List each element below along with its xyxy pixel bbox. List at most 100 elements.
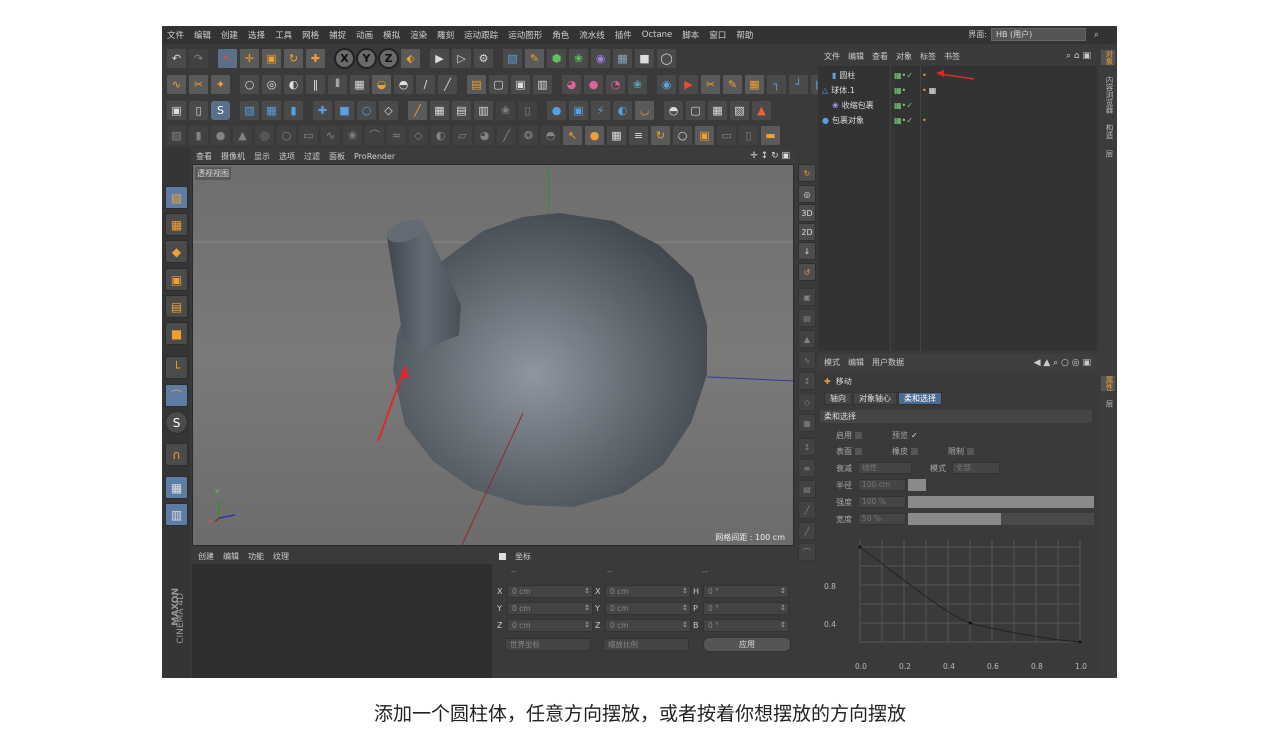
y-axis-lock-icon[interactable]: Y <box>356 47 377 69</box>
octane-camera-icon[interactable]: ▣ <box>568 99 589 121</box>
quantize-icon[interactable]: ▥ <box>473 99 494 121</box>
iron-icon[interactable]: ◓ <box>393 73 414 95</box>
menu-character[interactable]: 角色 <box>547 29 574 41</box>
deformer-bulge-icon[interactable]: ◐ <box>430 124 451 146</box>
octane-material-icon[interactable]: ● <box>546 99 567 121</box>
material-menu-function[interactable]: 功能 <box>248 551 264 562</box>
polygon-mode-icon[interactable]: ◇ <box>378 99 399 121</box>
camera-rotate-icon[interactable]: ↻ <box>798 164 816 182</box>
axis-mode-icon[interactable]: ✚ <box>312 99 333 121</box>
snap-axis-icon[interactable]: ↕ <box>798 372 816 390</box>
grid-deformer-icon[interactable]: ▦ <box>744 73 765 95</box>
object-row-sphere[interactable]: △ 球体.1 ▦• • ▦ <box>818 83 1097 98</box>
menu-plugins[interactable]: 插件 <box>610 29 637 41</box>
snap-polygon-icon[interactable]: ▲ <box>798 330 816 348</box>
light-icon[interactable]: ◯ <box>656 47 677 69</box>
enable-checkbox[interactable] <box>855 432 862 439</box>
attr-menu-mode[interactable]: 模式 <box>824 357 840 368</box>
mode-select[interactable]: 全部 <box>952 462 1000 474</box>
key-icon[interactable]: ✂ <box>700 73 721 95</box>
grid-view-icon[interactable]: ▦ <box>606 124 627 146</box>
symmetry-icon[interactable]: ▯ <box>517 99 538 121</box>
render-active-icon[interactable]: ▣ <box>510 73 531 95</box>
cylinder-primitive-icon[interactable]: ▮ <box>188 124 209 146</box>
menu-create[interactable]: 创建 <box>216 29 243 41</box>
falloff-select[interactable]: 线性 <box>858 462 912 474</box>
tab-soft-selection[interactable]: 柔和选择 <box>898 392 942 405</box>
om-menu-file[interactable]: 文件 <box>824 51 840 62</box>
bevel-icon[interactable]: ◎ <box>261 73 282 95</box>
texture-mode-icon[interactable]: ▦ <box>165 213 188 236</box>
strength-field[interactable]: 100 % <box>858 496 906 508</box>
menu-mesh[interactable]: 网格 <box>297 29 324 41</box>
snap-midpoint-icon[interactable]: ◇ <box>798 393 816 411</box>
live-select-icon[interactable]: ↖ <box>217 47 238 69</box>
rubber-checkbox[interactable] <box>911 448 918 455</box>
material-menu-create[interactable]: 创建 <box>198 551 214 562</box>
tag-material-icon[interactable]: • <box>922 113 927 128</box>
z-axis-lock-icon[interactable]: Z <box>378 47 399 69</box>
perspective-viewport[interactable]: 透视视图 Y Z X 网格间距: 100 cm <box>192 164 794 546</box>
pen-icon[interactable]: ✎ <box>524 47 545 69</box>
doc-icon[interactable]: ▯ <box>188 99 209 121</box>
tweak-icon[interactable]: ╱ <box>407 99 428 121</box>
menu-motion-tracking[interactable]: 运动跟踪 <box>459 29 503 41</box>
viewport-menu-prorender[interactable]: ProRender <box>354 152 395 161</box>
menu-animate[interactable]: 动画 <box>351 29 378 41</box>
tube-primitive-icon[interactable]: ○ <box>276 124 297 146</box>
down-view-icon[interactable]: ↓ <box>798 242 816 260</box>
x-axis-lock-icon[interactable]: X <box>334 47 355 69</box>
tab-objects[interactable]: 对象 <box>1101 50 1115 65</box>
axis-tool-icon[interactable]: ↻ <box>650 124 671 146</box>
render-picture-viewer-icon[interactable]: ▷ <box>451 47 472 69</box>
visibility-check[interactable]: ▦•✓ <box>894 113 922 128</box>
cube-icon[interactable]: ▧ <box>502 47 523 69</box>
picture-viewer-icon[interactable]: ▣ <box>166 99 187 121</box>
size-x-field[interactable]: 0 cm <box>605 584 691 598</box>
search-icon[interactable]: ⌕ <box>1094 30 1099 40</box>
octane-sphere-icon[interactable]: ◐ <box>612 99 633 121</box>
snap-edge-icon[interactable]: ▤ <box>798 309 816 327</box>
edges-mode-icon[interactable]: ▤ <box>165 295 188 318</box>
tab-attr-layers[interactable]: 层 <box>1101 400 1115 408</box>
hair-icon[interactable]: ◓ <box>663 99 684 121</box>
spline-primitive-icon[interactable]: ∿ <box>320 124 341 146</box>
menu-script[interactable]: 脚本 <box>677 29 704 41</box>
subdivision-icon[interactable]: ⬢ <box>546 47 567 69</box>
sphere-primitive-icon[interactable]: ● <box>210 124 231 146</box>
deformer-twist-icon[interactable]: ≈ <box>386 124 407 146</box>
om-menu-view[interactable]: 查看 <box>872 51 888 62</box>
visibility-check[interactable]: ▦•✓ <box>894 98 922 113</box>
tab-structure[interactable]: 构造 <box>1101 124 1115 139</box>
om-menu-tag[interactable]: 标签 <box>920 51 936 62</box>
environment-icon[interactable]: ▯ <box>738 124 759 146</box>
sky-icon[interactable]: ▭ <box>716 124 737 146</box>
bridge-icon[interactable]: ‖ <box>305 73 326 95</box>
viewport-menu-view[interactable]: 查看 <box>196 151 212 162</box>
attr-menu-edit[interactable]: 编辑 <box>848 357 864 368</box>
record-icon[interactable]: ◉ <box>656 73 677 95</box>
position-y-field[interactable]: 0 cm <box>507 601 593 615</box>
menu-file[interactable]: 文件 <box>162 29 189 41</box>
surface-checkbox[interactable] <box>855 448 862 455</box>
snap-quantize-icon[interactable]: ↕ <box>798 438 816 456</box>
null-icon[interactable]: ○ <box>672 124 693 146</box>
menu-select[interactable]: 选择 <box>243 29 270 41</box>
size-y-field[interactable]: 0 cm <box>605 601 691 615</box>
mograph-tracer-icon[interactable]: ❀ <box>627 73 648 95</box>
object-row-wrap-target[interactable]: ● 包裹对象 ▦•✓ • <box>818 113 1097 128</box>
mograph-effector-icon[interactable]: ● <box>583 73 604 95</box>
radius-field[interactable]: 100 cm <box>858 479 906 491</box>
nurbs-icon[interactable]: ❀ <box>342 124 363 146</box>
polygons-mode-icon[interactable]: ■ <box>165 322 188 345</box>
deformer-melt-icon[interactable]: ◓ <box>540 124 561 146</box>
coordinates-checkbox[interactable] <box>499 552 506 560</box>
ruler-icon[interactable]: ▬ <box>760 124 781 146</box>
rotation-b-field[interactable]: 0 ° <box>703 618 789 632</box>
snap-s-icon[interactable]: S <box>165 411 188 434</box>
s-icon[interactable]: S <box>210 99 231 121</box>
mograph-cloner-icon[interactable]: ◕ <box>561 73 582 95</box>
deformer-taper-icon[interactable]: ◇ <box>408 124 429 146</box>
guide-icon[interactable]: ❀ <box>495 99 516 121</box>
snap-vertex-icon[interactable]: ▣ <box>798 288 816 306</box>
